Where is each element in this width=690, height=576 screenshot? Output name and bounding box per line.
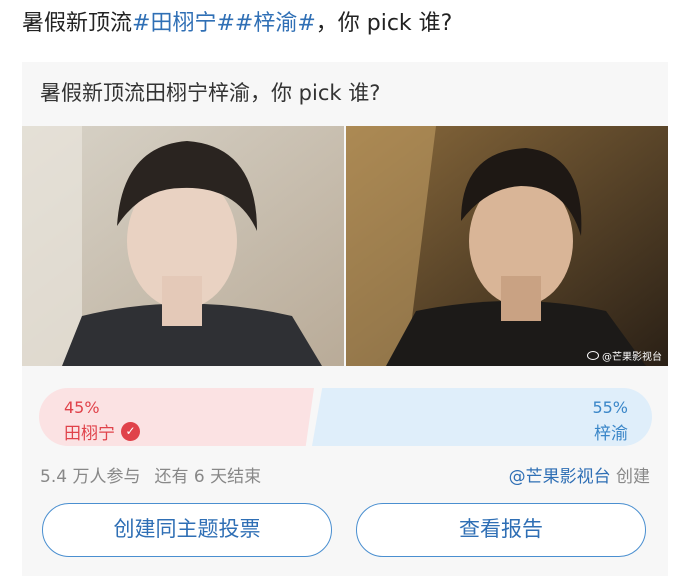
weibo-poll-post: 暑假新顶流#田栩宁##梓渝#，你 pick 谁? 暑假新顶流田栩宁梓渝，你 pi… [0, 0, 690, 576]
title-prefix: 暑假新顶流 [22, 11, 133, 36]
hashtag-link[interactable]: #梓渝# [235, 11, 316, 36]
portrait-image [346, 126, 668, 366]
created-label: 创建 [616, 467, 650, 487]
participant-count: 5.4 万人参与 [40, 467, 141, 487]
option-photo-right[interactable]: @芒果影视台 [346, 126, 668, 366]
title-suffix: ，你 pick 谁? [315, 11, 453, 36]
view-report-button[interactable]: 查看报告 [356, 503, 646, 557]
option-name-right: 梓渝 [594, 424, 628, 444]
poll-title: 暑假新顶流田栩宁梓渝，你 pick 谁? [40, 81, 381, 105]
option-name-left: 田栩宁 ✓ [64, 419, 140, 444]
portrait-image [22, 126, 344, 366]
weibo-logo-icon [587, 351, 599, 360]
poll-creator: @芒果影视台 创建 [509, 462, 650, 487]
author-link[interactable]: @芒果影视台 [509, 467, 611, 487]
poll-stats: 5.4 万人参与 还有 6 天结束 [40, 462, 261, 487]
option-percent-left: 45% [64, 398, 100, 417]
create-poll-button[interactable]: 创建同主题投票 [42, 503, 332, 557]
time-remaining: 还有 6 天结束 [154, 467, 262, 487]
option-photo-left[interactable] [22, 126, 344, 366]
option-percent-right: 55% [592, 398, 628, 417]
hashtag-link[interactable]: #田栩宁# [132, 11, 235, 36]
image-watermark: @芒果影视台 [587, 348, 662, 363]
option-label: 田栩宁 [64, 424, 115, 444]
post-title: 暑假新顶流#田栩宁##梓渝#，你 pick 谁? [22, 4, 452, 44]
watermark-text: @芒果影视台 [602, 352, 662, 363]
poll-card: 暑假新顶流田栩宁梓渝，你 pick 谁? @芒果影视台 45% 田栩宁 ✓ 55… [22, 62, 668, 576]
check-icon: ✓ [121, 422, 140, 441]
